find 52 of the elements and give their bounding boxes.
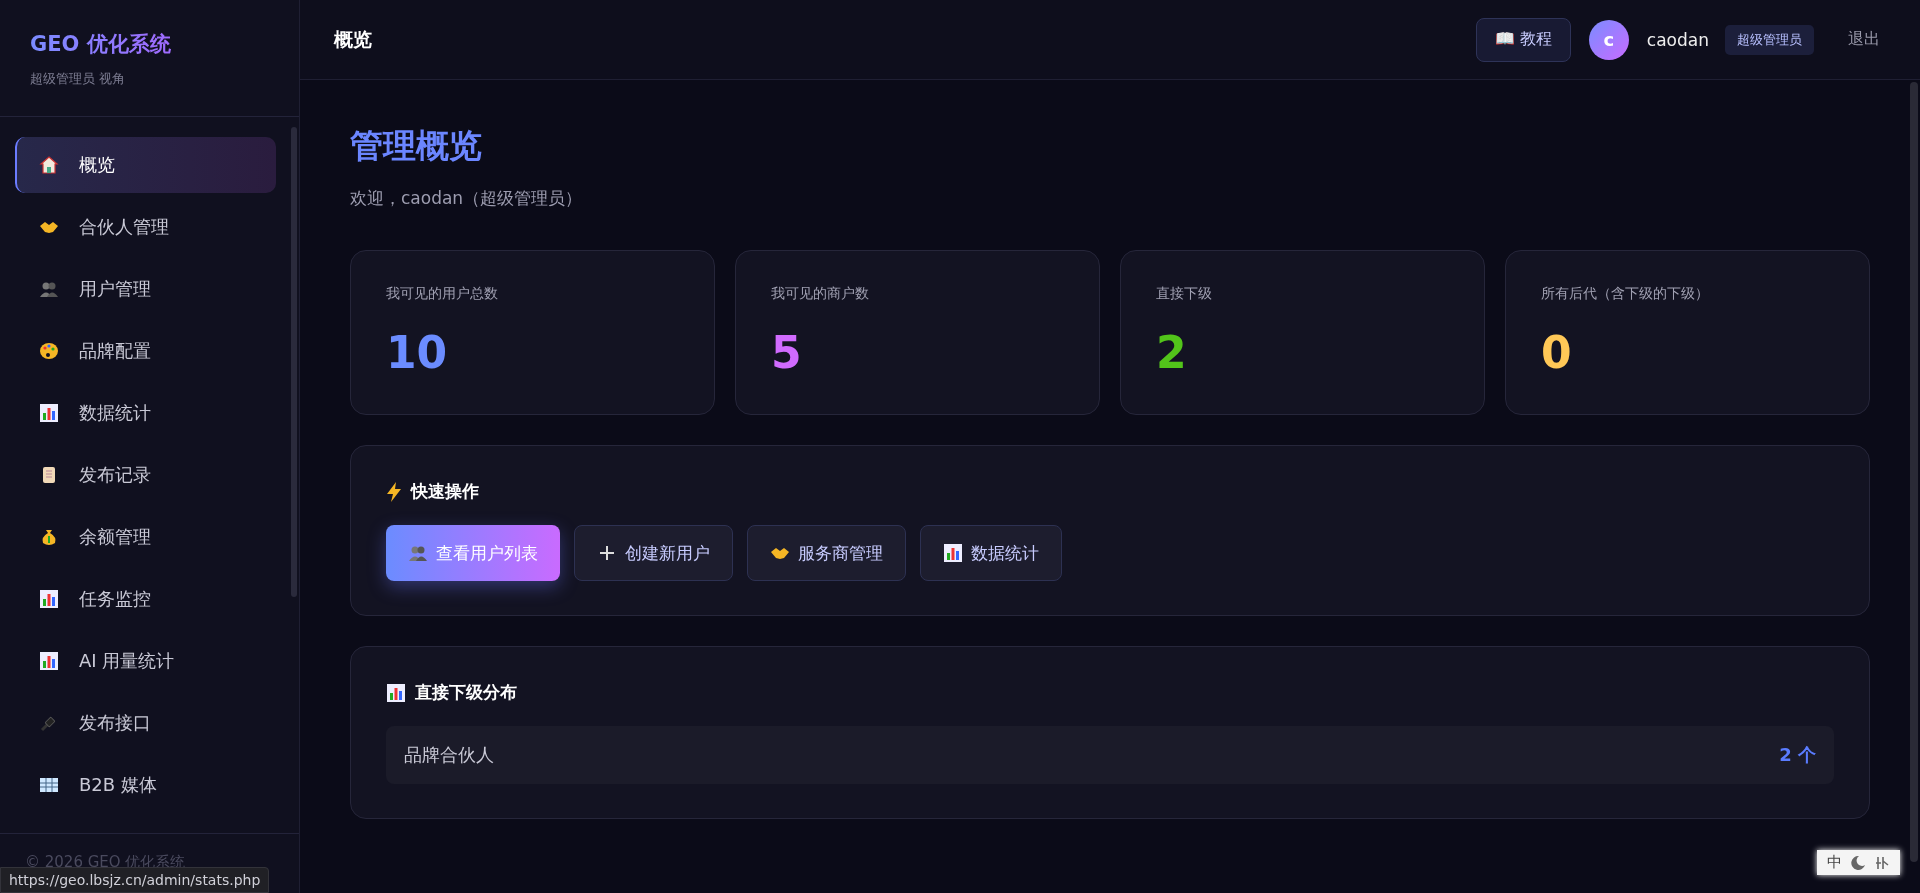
menu-icon — [39, 651, 59, 671]
action-button[interactable]: 服务商管理 — [747, 525, 906, 581]
nav-item[interactable]: 任务监控 — [15, 571, 276, 627]
scrollbar[interactable] — [1910, 82, 1918, 862]
lightning-icon — [386, 481, 402, 502]
stat-value: 5 — [771, 327, 802, 378]
menu-icon — [39, 775, 59, 795]
stat-label: 我可见的用户总数 — [386, 285, 499, 303]
brand-name: GEO 优化系统 — [30, 30, 171, 58]
brand-subtitle: 超级管理员 视角 — [30, 70, 127, 88]
nav-item[interactable]: 合伙人管理 — [15, 199, 276, 255]
stat-label: 我可见的商户数 — [771, 285, 870, 303]
panel-title: 直接下级分布 — [415, 681, 517, 704]
username: caodan — [1646, 29, 1709, 50]
ime-mode[interactable]: 中 — [1827, 853, 1842, 872]
page-title: 管理概览 — [350, 125, 482, 167]
scrollbar[interactable] — [291, 127, 297, 597]
stat-value: 10 — [386, 327, 448, 378]
row-count: 2 个 — [1779, 743, 1816, 767]
tutorial-button[interactable]: 📖 教程 — [1475, 17, 1571, 62]
nav-item[interactable]: 用户管理 — [15, 261, 276, 317]
action-button[interactable]: 数据统计 — [920, 525, 1062, 581]
punctuation-icon[interactable] — [1874, 854, 1890, 871]
stat-label: 直接下级 — [1156, 285, 1213, 303]
stat-value: 0 — [1541, 327, 1572, 378]
avatar: c — [1588, 19, 1629, 60]
nav-item[interactable]: 概览 — [15, 137, 276, 193]
button-icon — [943, 543, 963, 563]
header-title: 概览 — [334, 26, 373, 52]
logout-link[interactable]: 退出 — [1848, 29, 1880, 50]
nav-item[interactable]: 数据统计 — [15, 385, 276, 441]
nav-item[interactable]: 发布接口 — [15, 695, 276, 751]
nav-item[interactable]: 品牌配置 — [15, 323, 276, 379]
action-button[interactable]: 创建新用户 — [574, 525, 733, 581]
menu-icon — [39, 155, 59, 175]
stat-label: 所有后代（含下级的下级） — [1541, 285, 1710, 303]
moon-icon[interactable] — [1850, 854, 1866, 871]
role-badge: 超级管理员 — [1725, 24, 1814, 55]
stat-value: 2 — [1156, 327, 1187, 378]
nav-item[interactable]: B2B 媒体 — [15, 757, 276, 813]
nav-item[interactable]: 余额管理 — [15, 509, 276, 565]
panel-title: 快速操作 — [411, 480, 479, 503]
button-icon — [597, 543, 617, 563]
nav-item[interactable]: 发布记录 — [15, 447, 276, 503]
link-url-tooltip: https://geo.lbsjz.cn/admin/stats.php — [0, 867, 270, 893]
row-name: 品牌合伙人 — [404, 743, 494, 767]
welcome-text: 欢迎，caodan（超级管理员） — [350, 187, 583, 210]
nav-item[interactable]: AI 用量统计 — [15, 633, 276, 689]
menu-icon — [39, 589, 59, 609]
bar-chart-icon — [386, 682, 406, 703]
menu-icon — [39, 341, 59, 361]
menu-icon — [39, 403, 59, 423]
